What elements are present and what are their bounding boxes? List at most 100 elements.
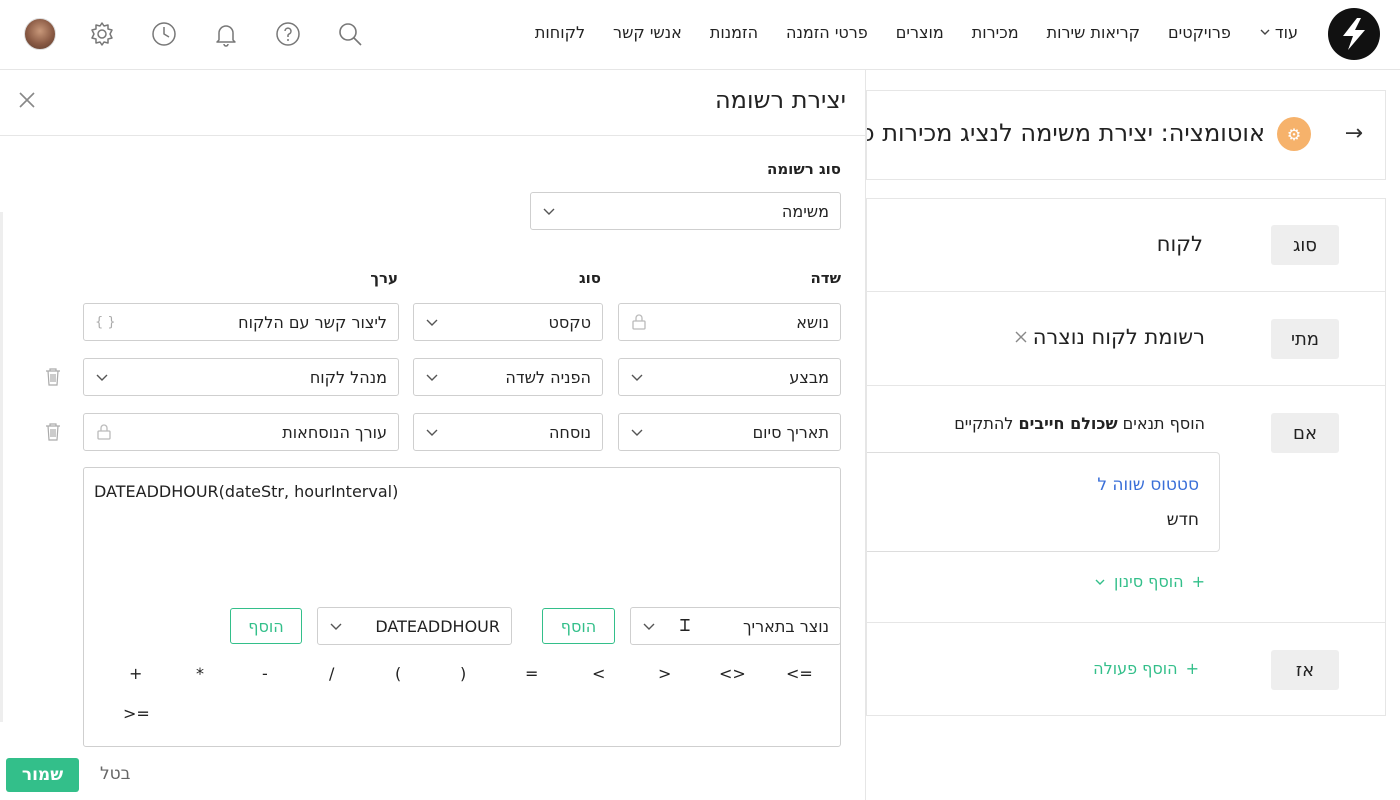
field-picker-value: נוצר בתאריך (742, 616, 829, 636)
main-nav: לקוחות אנשי קשר הזמנות פרטי הזמנה מוצרים… (535, 20, 1298, 44)
field-picker-select[interactable]: נוצר בתאריך Ꮖ (630, 607, 841, 645)
when-pill: מתי (1271, 319, 1339, 359)
col-field-header: שדה (810, 269, 842, 287)
col-value-header: ערך (370, 269, 398, 287)
nav-item-contacts[interactable]: אנשי קשר (613, 23, 682, 42)
chevron-down-icon (96, 374, 108, 381)
chevron-down-icon (631, 429, 643, 436)
trash-icon[interactable] (44, 422, 62, 442)
arrow-right-icon[interactable]: → (1345, 121, 1363, 146)
lock-icon (632, 314, 646, 330)
app-logo[interactable] (1328, 8, 1380, 60)
cancel-button[interactable]: בטל (100, 764, 131, 784)
nav-item-order-details[interactable]: פרטי הזמנה (786, 23, 868, 42)
nav-item-customers[interactable]: לקוחות (535, 23, 585, 42)
op-open-paren[interactable]: ( (395, 664, 401, 683)
chevron-down-icon (643, 623, 655, 630)
when-value: רשומת לקוח נוצרה (1032, 325, 1205, 349)
op-eq[interactable]: = (525, 664, 538, 683)
add-filter-label: הוסף סינון (1113, 572, 1184, 591)
nav-item-products[interactable]: מוצרים (896, 23, 944, 42)
add-filter-button[interactable]: + הוסף סינון (1094, 572, 1205, 591)
row-3-field-select[interactable]: תאריך סיום (618, 413, 841, 451)
op-lt[interactable]: < (592, 664, 605, 683)
automation-header: אוטומציה: יצירת משימה לנציג מכירות כ ⚙ → (866, 90, 1386, 180)
drawer-body: סוג רשומה משימה שדה סוג ערך נושא טקסט לי… (0, 136, 866, 747)
settings-button[interactable] (82, 14, 122, 54)
row-3-field-value: תאריך סיום (752, 422, 829, 442)
add-action-button[interactable]: + הוסף פעולה (1093, 659, 1199, 678)
if-text-bold: שכולם חייבים (1018, 414, 1118, 433)
save-button[interactable]: שמור (6, 758, 79, 792)
op-gte[interactable]: >= (123, 704, 150, 723)
text-cursor-icon: Ꮖ (680, 616, 691, 635)
op-minus[interactable]: - (262, 664, 268, 683)
op-plus[interactable]: + (129, 664, 142, 683)
row-2-value: מנהל לקוח (309, 367, 387, 387)
type-value: לקוח (1156, 232, 1203, 256)
help-button[interactable] (268, 14, 308, 54)
top-bar: לקוחות אנשי קשר הזמנות פרטי הזמנה מוצרים… (0, 0, 1400, 70)
row-1-field[interactable]: נושא (618, 303, 841, 341)
avatar (24, 18, 56, 50)
if-instructions: הוסף תנאים שכולם חייבים להתקיים (954, 414, 1205, 433)
lock-icon (97, 424, 111, 440)
nav-more[interactable]: עוד (1259, 23, 1298, 42)
chevron-down-icon (1095, 579, 1105, 585)
chevron-down-icon (631, 374, 643, 381)
row-2-value-select[interactable]: מנהל לקוח (83, 358, 399, 396)
op-multiply[interactable]: * (196, 664, 204, 683)
history-button[interactable] (144, 14, 184, 54)
braces-icon[interactable]: { } (95, 315, 116, 330)
nav-item-service-calls[interactable]: קריאות שירות (1047, 23, 1140, 42)
op-gt[interactable]: > (658, 664, 671, 683)
chevron-down-icon (1260, 29, 1270, 35)
close-icon[interactable] (1015, 331, 1027, 343)
row-3-value-input[interactable]: עורך הנוסחאות (83, 413, 399, 451)
add-field-button[interactable]: הוסף (542, 608, 615, 644)
function-picker-select[interactable]: DATEADDHOUR (317, 607, 512, 645)
close-icon[interactable] (17, 90, 37, 110)
search-button[interactable] (330, 14, 370, 54)
condition-value: חדש (1166, 510, 1199, 530)
formula-editor[interactable]: DATEADDHOUR(dateStr, hourInterval) נוצר … (83, 467, 841, 747)
row-2-type-select[interactable]: הפניה לשדה (413, 358, 603, 396)
record-type-select[interactable]: משימה (530, 192, 841, 230)
when-section: מתי רשומת לקוח נוצרה (866, 291, 1386, 386)
nav-item-projects[interactable]: פרויקטים (1168, 23, 1231, 42)
user-avatar[interactable] (20, 14, 60, 54)
plus-icon: + (1191, 572, 1205, 591)
automation-title: אוטומציה: יצירת משימה לנציג מכירות כ (866, 119, 1265, 147)
op-lte[interactable]: <= (786, 664, 813, 683)
add-function-button[interactable]: הוסף (230, 608, 302, 644)
automation-badge-icon: ⚙ (1277, 117, 1311, 151)
bell-icon (216, 25, 236, 47)
condition-box[interactable]: סטטוס שווה ל חדש (867, 452, 1220, 552)
nav-item-sales[interactable]: מכירות (972, 23, 1019, 42)
formula-text[interactable]: DATEADDHOUR(dateStr, hourInterval) (94, 482, 398, 501)
trash-icon[interactable] (44, 367, 62, 387)
if-pill: אם (1271, 413, 1339, 453)
op-divide[interactable]: / (329, 664, 334, 683)
op-neq[interactable]: <> (719, 664, 746, 683)
row-2-field-select[interactable]: מבצע (618, 358, 841, 396)
create-record-drawer: יצירת רשומה סוג רשומה משימה שדה סוג ערך … (0, 70, 866, 800)
drawer-footer: שמור בטל (0, 746, 866, 800)
nav-more-label: עוד (1274, 22, 1298, 42)
row-1-type-value: טקסט (548, 312, 591, 332)
drawer-title: יצירת רשומה (715, 86, 846, 114)
clock-icon (152, 22, 176, 46)
op-close-paren[interactable]: ) (460, 664, 466, 683)
row-1-field-value: נושא (796, 312, 829, 332)
col-type-header: סוג (578, 269, 601, 287)
notifications-button[interactable] (206, 14, 246, 54)
row-3-type-value: נוסחה (548, 422, 591, 442)
nav-item-orders[interactable]: הזמנות (710, 23, 758, 42)
if-section: אם הוסף תנאים שכולם חייבים להתקיים סטטוס… (866, 385, 1386, 623)
row-1-type-select[interactable]: טקסט (413, 303, 603, 341)
plus-icon: + (1185, 659, 1199, 678)
row-1-value-input[interactable]: ליצור קשר עם הלקוח { } (83, 303, 399, 341)
record-type-value: משימה (781, 201, 829, 221)
scroll-indicator[interactable] (0, 212, 3, 722)
row-3-type-select[interactable]: נוסחה (413, 413, 603, 451)
